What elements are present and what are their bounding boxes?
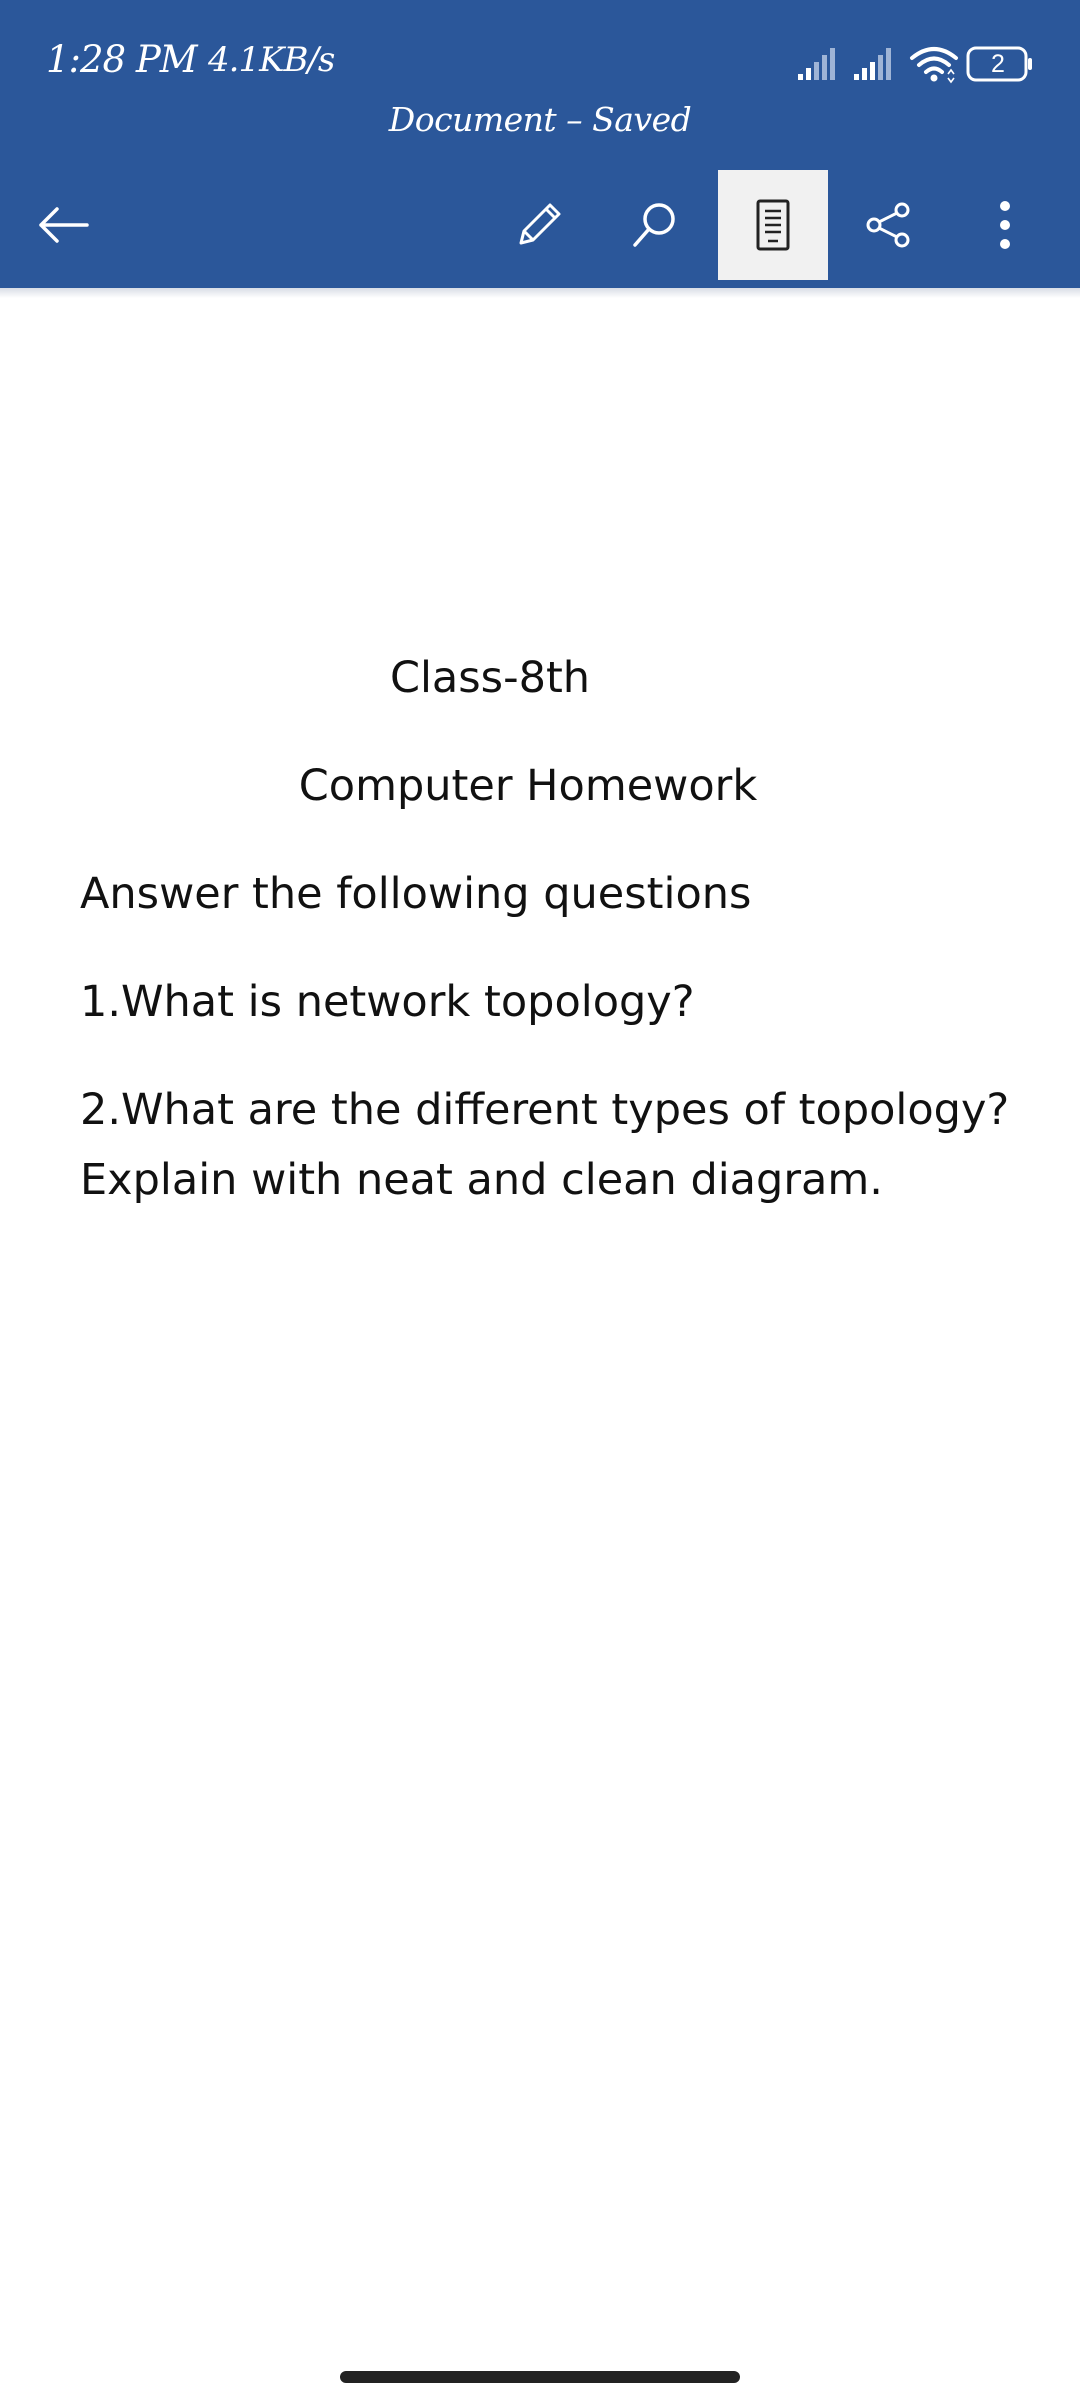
network-speed: 4.1KB/s (208, 40, 335, 80)
edit-button[interactable] (484, 170, 594, 280)
share-icon (866, 202, 910, 248)
document-line: Explain with neat and clean diagram. (80, 1155, 883, 1205)
document-line: Class-8th (389, 653, 591, 703)
document-body[interactable]: Class-8th Computer Homework Answer the f… (0, 298, 1080, 2338)
cellular-signal-icon (854, 48, 891, 80)
pencil-icon (519, 203, 561, 245)
document-line: 1.What is network topology? (80, 977, 695, 1027)
more-vertical-icon (1000, 201, 1010, 249)
share-button[interactable] (834, 170, 944, 280)
battery-indicator: 2 (966, 46, 1034, 82)
app-header: 1:28 PM 4.1KB/s 2 Document – Saved (0, 0, 1080, 288)
battery-level: 2 (991, 50, 1005, 78)
cellular-signal-icon (798, 48, 835, 80)
mobile-view-icon (756, 199, 790, 251)
document-line: 2.What are the different types of topolo… (80, 1085, 1010, 1135)
wifi-icon (910, 47, 958, 84)
search-icon (633, 203, 675, 247)
more-options-button[interactable] (950, 170, 1060, 280)
document-line: Computer Homework (298, 761, 758, 811)
back-arrow-icon (39, 207, 89, 243)
header-shadow (0, 288, 1080, 298)
word-app-screen: 1:28 PM 4.1KB/s 2 Document – Saved Class… (0, 0, 1080, 2400)
search-button[interactable] (600, 170, 710, 280)
back-button[interactable] (8, 170, 118, 280)
home-indicator[interactable] (340, 2371, 740, 2383)
document-title: Document – Saved (388, 100, 692, 139)
document-line: Answer the following questions (80, 869, 752, 919)
status-time: 1:28 PM (46, 38, 198, 81)
mobile-view-button[interactable] (718, 170, 828, 280)
